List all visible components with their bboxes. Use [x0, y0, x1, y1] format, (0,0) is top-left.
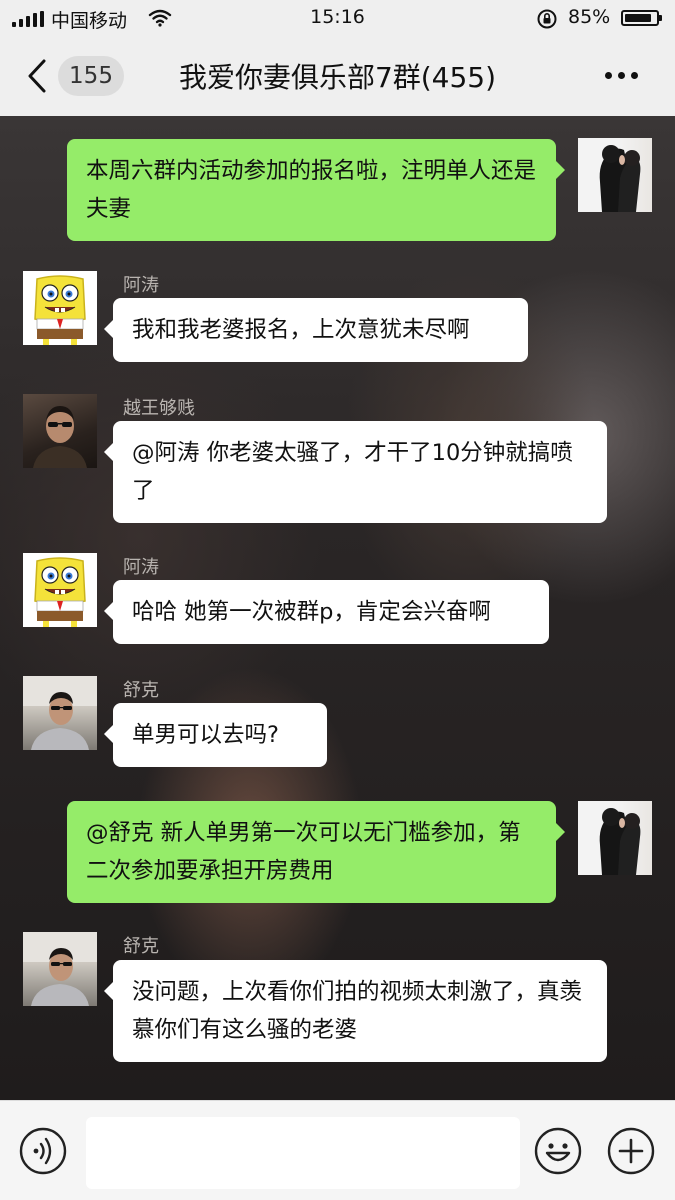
battery-percent: 85% — [568, 6, 611, 28]
sender-name: 阿涛 — [123, 275, 159, 296]
chat-title: 我爱你妻俱乐部7群(455) — [178, 61, 497, 94]
more-options-icon[interactable] — [605, 72, 638, 79]
plus-icon[interactable] — [607, 1127, 655, 1179]
message-bubble-incoming[interactable]: 单男可以去吗? — [104, 703, 327, 767]
sender-name: 阿涛 — [123, 557, 159, 578]
message-list[interactable]: 本周六群内活动参加的报名啦，注明单人还是夫妻 阿涛 我和我老婆报名，上次意犹未尽… — [0, 116, 675, 1100]
sender-name: 舒克 — [123, 936, 159, 957]
message-bubble-outgoing[interactable]: @舒克 新人单男第一次可以无门槛参加，第二次参加要承担开房费用 — [67, 801, 565, 903]
avatar[interactable] — [23, 553, 97, 627]
avatar[interactable] — [23, 932, 97, 1006]
message-input[interactable] — [86, 1117, 520, 1189]
message-bubble-incoming[interactable]: 没问题，上次看你们拍的视频太刺激了，真羡慕你们有这么骚的老婆 — [104, 960, 607, 1062]
avatar[interactable] — [23, 676, 97, 750]
input-bar — [0, 1100, 675, 1200]
sender-name: 舒克 — [123, 680, 159, 701]
status-bar: 中国移动 15:16 85% — [0, 0, 675, 38]
avatar[interactable] — [23, 271, 97, 345]
message-bubble-outgoing[interactable]: 本周六群内活动参加的报名啦，注明单人还是夫妻 — [67, 139, 565, 241]
voice-icon[interactable] — [19, 1127, 67, 1179]
avatar[interactable] — [578, 801, 652, 875]
sender-name: 越王够贱 — [123, 398, 195, 419]
message-bubble-incoming[interactable]: 哈哈 她第一次被群p，肯定会兴奋啊 — [104, 580, 549, 644]
battery-icon — [621, 10, 662, 26]
avatar[interactable] — [23, 394, 97, 468]
rotation-lock-icon — [536, 8, 558, 35]
avatar[interactable] — [578, 138, 652, 212]
emoji-icon[interactable] — [534, 1127, 582, 1179]
chat-header: 155 我爱你妻俱乐部7群(455) — [0, 38, 675, 116]
message-bubble-incoming[interactable]: @阿涛 你老婆太骚了，才干了10分钟就搞喷了 — [104, 421, 607, 523]
message-bubble-incoming[interactable]: 我和我老婆报名，上次意犹未尽啊 — [104, 298, 528, 362]
